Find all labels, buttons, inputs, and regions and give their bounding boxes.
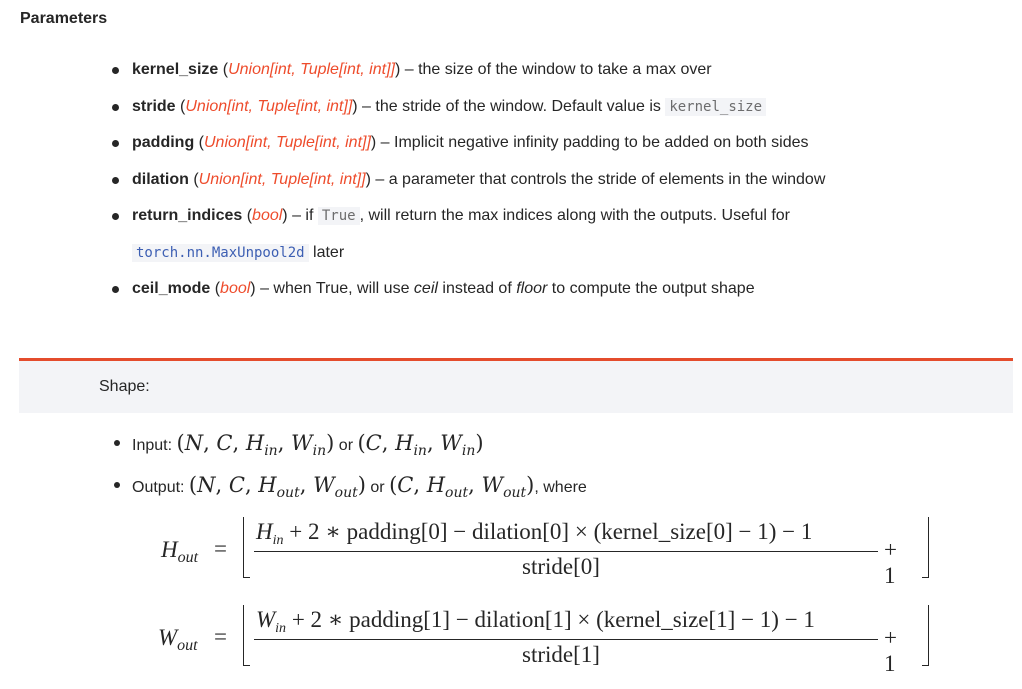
wout-denominator: stride[1]: [522, 642, 600, 667]
maxunpool2d-link[interactable]: torch.nn.MaxUnpool2d: [132, 243, 309, 262]
param-dilation: dilation (Union[int, Tuple[int, int]]) –…: [110, 162, 1010, 199]
input-math-4d: (N, C, Hin, Win): [176, 431, 335, 459]
shape-section-header: Shape:: [19, 358, 1013, 413]
wout-lhs: Wout: [158, 625, 198, 654]
param-type[interactable]: bool: [220, 280, 250, 297]
ceil-italic: ceil: [413, 280, 438, 297]
param-desc: – a parameter that controls the stride o…: [370, 170, 826, 188]
param-type[interactable]: Union[int, Tuple[int, int]]: [204, 134, 371, 151]
param-name: return_indices: [132, 207, 243, 224]
param-desc-mid: instead of: [437, 280, 517, 297]
equals-sign: =: [214, 536, 227, 561]
param-name: dilation: [132, 170, 189, 188]
output-label: Output:: [132, 479, 189, 496]
shape-label: Shape:: [99, 378, 150, 395]
param-name: ceil_mode: [132, 280, 211, 297]
shape-output: Output: (N, C, Hout, Wout) or (C, Hout, …: [112, 468, 587, 510]
input-label: Input:: [132, 437, 177, 454]
param-desc: – if: [287, 207, 318, 224]
floor-right-bracket: [922, 605, 929, 666]
output-math-3d: (C, Hout, Wout): [389, 473, 535, 501]
input-math-3d: (C, Hin, Win): [357, 431, 484, 459]
param-padding: padding (Union[int, Tuple[int, int]]) – …: [110, 125, 1010, 162]
param-desc-cont: , will return the max indices along with…: [359, 207, 791, 224]
param-type[interactable]: Union[int, Tuple[int, int]]: [199, 171, 366, 188]
param-desc: – Implicit negative infinity padding to …: [376, 134, 809, 151]
param-desc-end: to compute the output shape: [547, 280, 755, 297]
parameters-list: kernel_size (Union[int, Tuple[int, int]]…: [110, 52, 1010, 308]
hout-numerator: Hin + 2 ∗ padding[0] − dilation[0] × (ke…: [256, 519, 813, 548]
param-name: padding: [132, 134, 195, 151]
equals-sign: =: [214, 624, 227, 649]
param-type[interactable]: Union[int, Tuple[int, int]]: [228, 61, 395, 78]
param-type[interactable]: bool: [252, 207, 282, 224]
param-ceil-mode: ceil_mode (bool) – when True, will use c…: [110, 271, 1010, 308]
wout-numerator: Win + 2 ∗ padding[1] − dilation[1] × (ke…: [256, 607, 815, 636]
param-type[interactable]: Union[int, Tuple[int, int]]: [185, 98, 352, 115]
param-return-indices: return_indices (bool) – if True, will re…: [110, 198, 1010, 271]
hout-fraction-bar: [254, 551, 878, 552]
true-code: True: [317, 207, 360, 225]
shape-list: Input: (N, C, Hin, Win) or (C, Hin, Win)…: [112, 426, 587, 510]
hout-denominator: stride[0]: [522, 554, 600, 579]
param-name: kernel_size: [132, 61, 219, 78]
parameters-heading: Parameters: [20, 10, 108, 27]
plus-one: + 1: [884, 537, 897, 588]
floor-right-bracket: [922, 517, 929, 578]
or-text: or: [365, 479, 390, 496]
param-desc: – the size of the window to take a max o…: [400, 61, 712, 78]
or-text: or: [334, 437, 358, 454]
param-desc-end: later: [308, 243, 345, 261]
output-math-4d: (N, C, Hout, Wout): [188, 473, 366, 501]
floor-left-bracket: [243, 605, 250, 666]
param-desc: – the stride of the window. Default valu…: [357, 97, 666, 115]
plus-one: + 1: [884, 625, 897, 676]
param-name: stride: [132, 97, 176, 115]
default-code: kernel_size: [665, 97, 767, 116]
hout-lhs: Hout: [161, 537, 199, 566]
where-text: , where: [534, 479, 587, 496]
param-desc: – when True, will use: [255, 280, 414, 297]
shape-input: Input: (N, C, Hin, Win) or (C, Hin, Win): [112, 426, 587, 468]
param-stride: stride (Union[int, Tuple[int, int]]) – t…: [110, 89, 1010, 126]
param-kernel-size: kernel_size (Union[int, Tuple[int, int]]…: [110, 52, 1010, 89]
wout-fraction-bar: [254, 639, 878, 640]
floor-italic: floor: [516, 280, 548, 297]
floor-left-bracket: [243, 517, 250, 578]
